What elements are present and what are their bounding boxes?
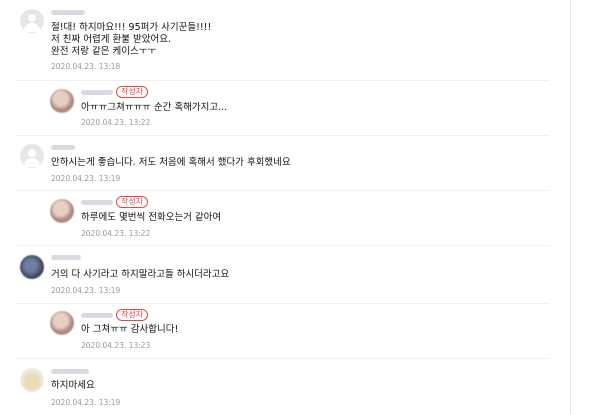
reply-text: 아ㅠㅠ그쳐ㅠㅠㅠ 순간 혹해가지고... xyxy=(81,102,228,113)
nickname-redacted[interactable] xyxy=(51,145,75,150)
reply-date: 2020.04.23. 13:22 xyxy=(81,229,151,238)
comment-text: 하지마세요 xyxy=(51,380,95,391)
user-avatar[interactable] xyxy=(20,255,44,279)
reply-text: 아 그쳐ㅠㅠ 감사합니다! xyxy=(81,324,179,335)
reply-item: 작성자 하루에도 몇번씩 전화오는거 같아여 2020.04.23. 13:22 xyxy=(0,190,560,245)
comment-date: 2020.04.23. 13:19 xyxy=(51,174,121,183)
comment-date: 2020.04.23. 13:19 xyxy=(51,286,121,295)
reply-date: 2020.04.23. 13:22 xyxy=(81,118,151,127)
reply-date: 2020.04.23. 13:23 xyxy=(81,341,151,350)
reply-text: 하루에도 몇번씩 전화오는거 같아여 xyxy=(81,212,222,223)
comment-item: 안하시는게 좋습니다. 저도 처음에 혹해서 했다가 후회했네요 2020.04… xyxy=(0,135,560,190)
comment-text: 안하시는게 좋습니다. 저도 처음에 혹해서 했다가 후회했네요 xyxy=(51,157,291,168)
comment-date: 2020.04.23. 13:18 xyxy=(51,62,121,71)
nickname-redacted[interactable] xyxy=(51,10,85,15)
comment-item: 절!대! 하지마요!!! 95퍼가 사기꾼들!!!! 저 친짜 어렵게 환불 받… xyxy=(0,0,560,80)
comment-date: 2020.04.23. 13:19 xyxy=(51,398,121,407)
reply-item: 작성자 아ㅠㅠ그쳐ㅠㅠㅠ 순간 혹해가지고... 2020.04.23. 13:… xyxy=(0,80,560,135)
author-avatar[interactable] xyxy=(50,89,74,113)
author-badge: 작성자 xyxy=(116,86,149,98)
author-avatar[interactable] xyxy=(50,199,74,223)
default-avatar[interactable] xyxy=(20,9,44,33)
user-avatar[interactable] xyxy=(20,368,44,392)
author-avatar[interactable] xyxy=(50,311,74,335)
comment-item: 하지마세요 2020.04.23. 13:19 xyxy=(0,358,560,415)
comment-text: 절!대! 하지마요!!! 95퍼가 사기꾼들!!!! 저 친짜 어렵게 환불 받… xyxy=(51,22,212,57)
nickname-redacted[interactable] xyxy=(81,313,113,318)
author-badge: 작성자 xyxy=(116,196,149,208)
comment-item: 거의 다 사기라고 하지말라고들 하시더라고요 2020.04.23. 13:1… xyxy=(0,245,560,303)
nickname-redacted[interactable] xyxy=(51,255,81,260)
reply-item: 작성자 아 그쳐ㅠㅠ 감사합니다! 2020.04.23. 13:23 xyxy=(0,303,560,358)
comment-text: 거의 다 사기라고 하지말라고들 하시더라고요 xyxy=(51,269,230,280)
nickname-redacted[interactable] xyxy=(51,369,89,374)
author-badge: 작성자 xyxy=(116,309,149,321)
scrollbar-track[interactable] xyxy=(570,0,571,415)
nickname-redacted[interactable] xyxy=(81,200,113,205)
nickname-redacted[interactable] xyxy=(81,90,113,95)
default-avatar[interactable] xyxy=(20,144,44,168)
